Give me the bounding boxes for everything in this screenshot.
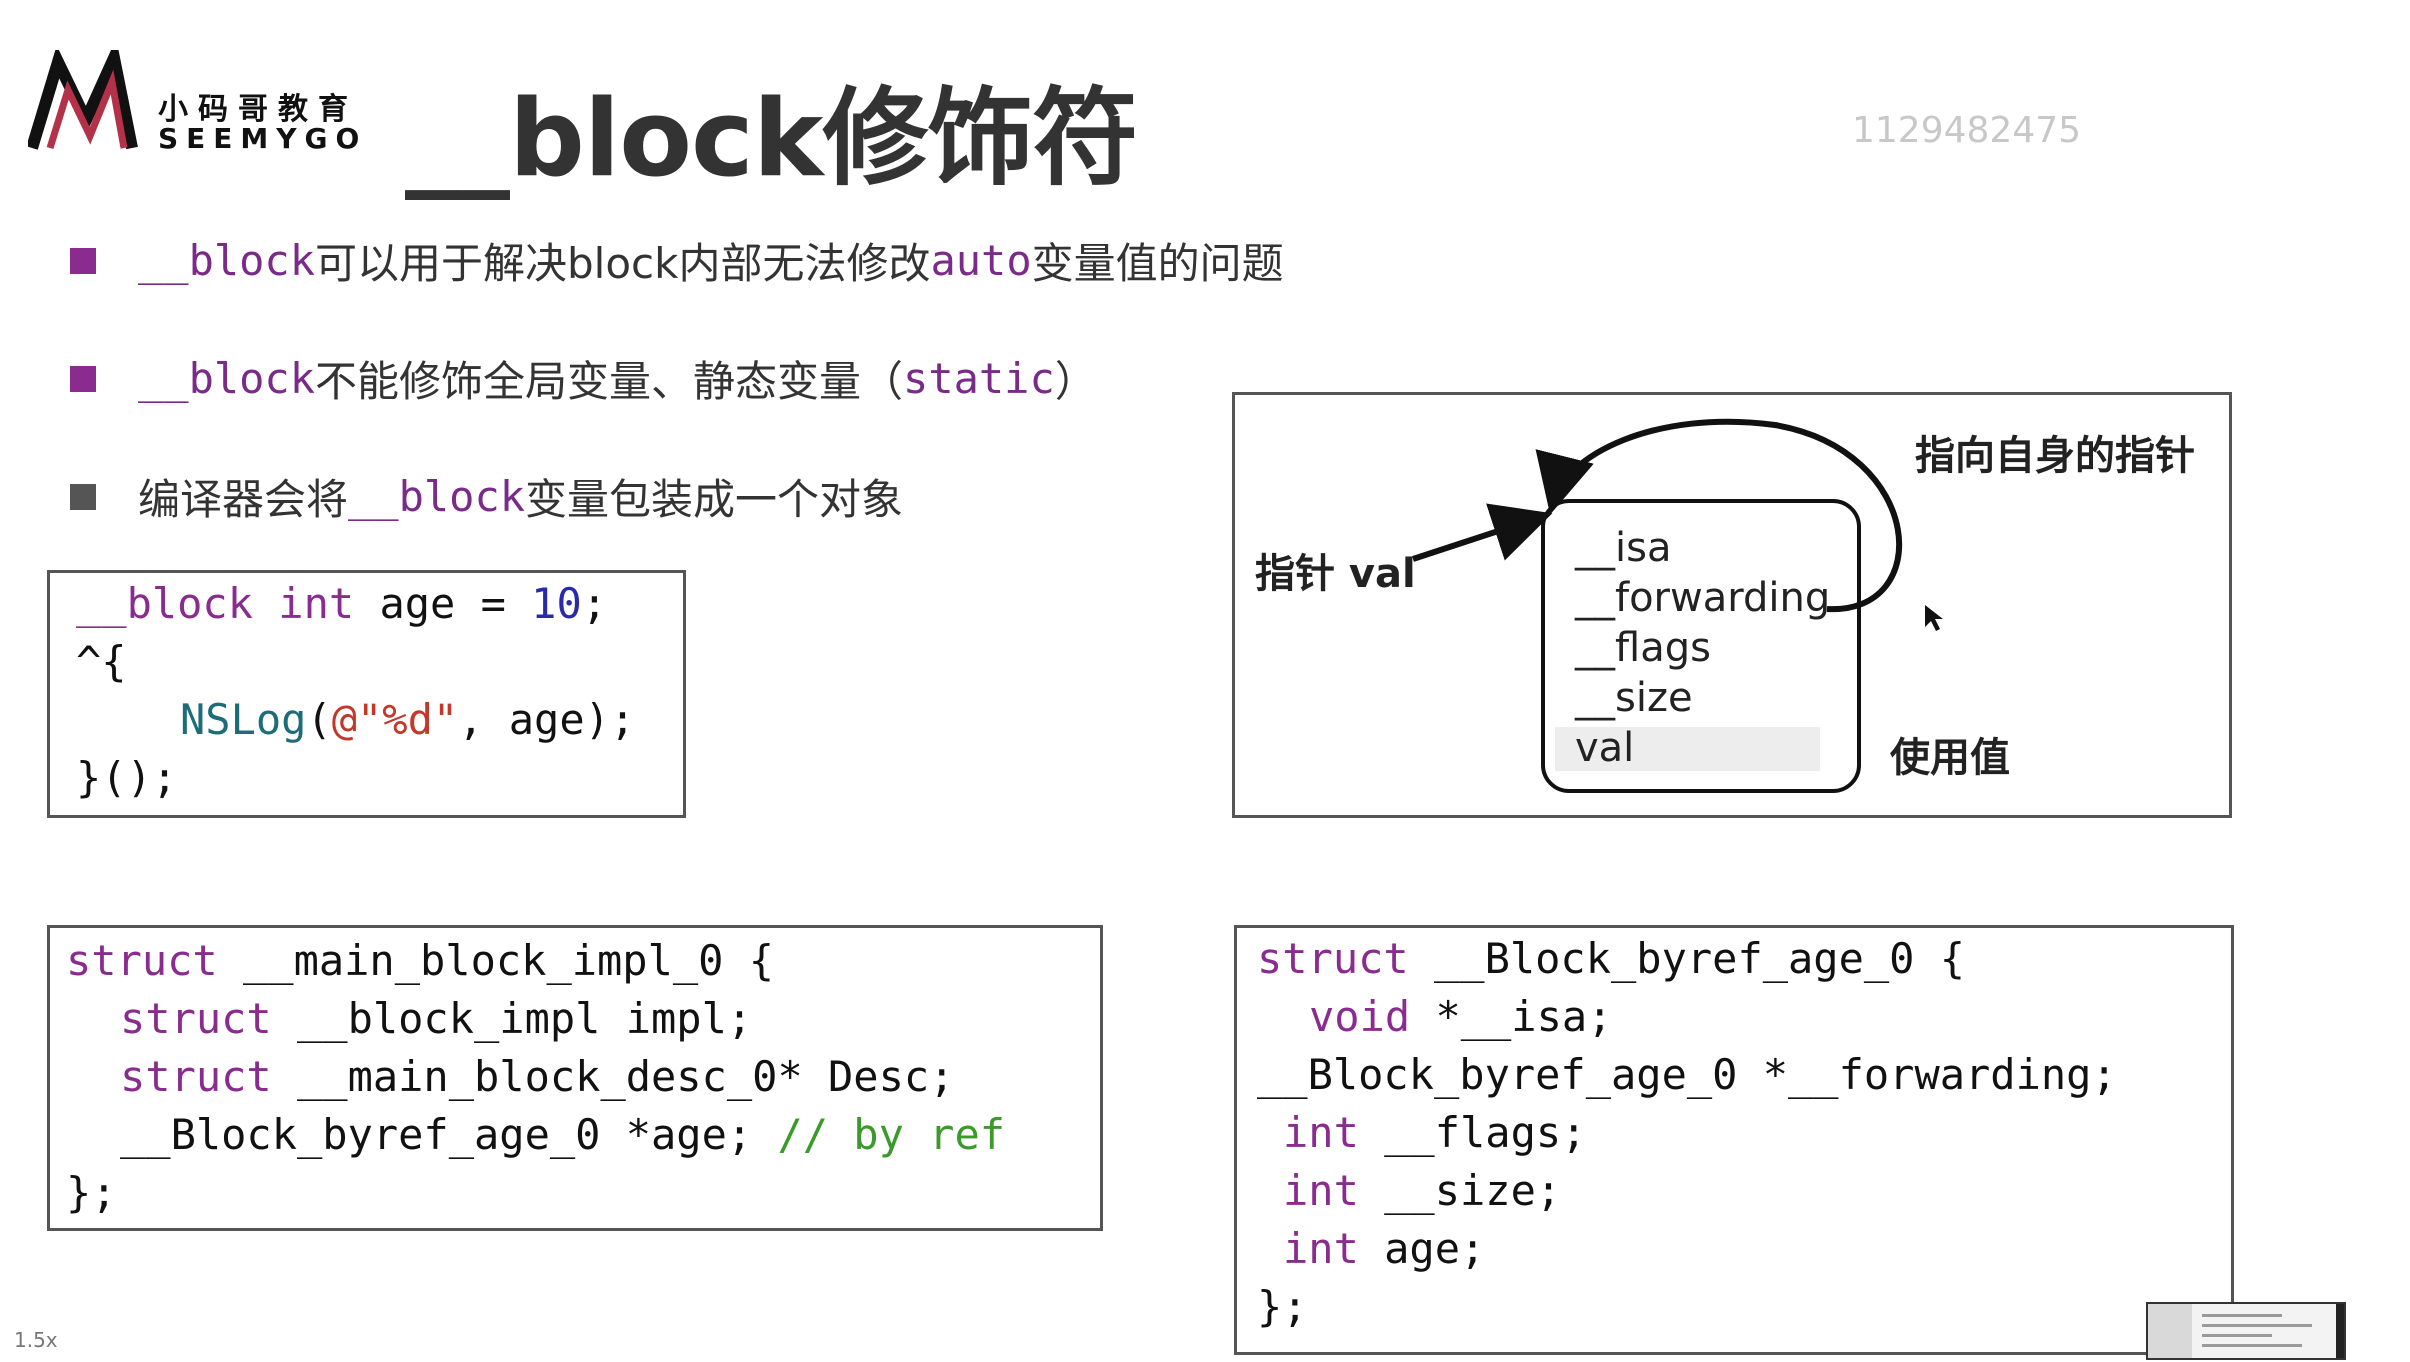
code-text: __flags;	[1358, 1108, 1587, 1157]
code-comment: // by ref	[777, 1110, 1006, 1159]
code-line: __Block_byref_age_0 *__forwarding;	[1257, 1050, 2117, 1099]
logo-text-en: SEEMYGO	[158, 122, 368, 155]
code-keyword: struct	[120, 994, 272, 1043]
field-flags: __flags	[1575, 625, 1711, 671]
code-text: __main_block_desc_0* Desc;	[271, 1052, 955, 1101]
playback-speed[interactable]: 1.5x	[14, 1328, 58, 1352]
code-keyword: int	[1283, 1166, 1359, 1215]
code-line: __block int age = 10;	[76, 579, 607, 628]
thumbnail-line	[2202, 1344, 2302, 1347]
bullet-keyword: __block	[348, 472, 526, 521]
thumbnail-line	[2202, 1324, 2312, 1327]
code-line: ^{	[76, 637, 127, 686]
code-block-main-impl: struct __main_block_impl_0 { struct __bl…	[47, 925, 1103, 1231]
code-block-usage: __block int age = 10; ^{ NSLog(@"%d", ag…	[47, 570, 686, 818]
square-bullet-icon	[70, 483, 96, 510]
code-text: age =	[354, 579, 532, 628]
code-number: 10	[531, 579, 582, 628]
code-text: (	[306, 695, 332, 744]
field-forwarding: __forwarding	[1575, 575, 1831, 621]
byref-object-diagram: 指针 val 指向自身的指针 使用值 __isa __forwarding __…	[1232, 392, 2232, 818]
slide-header: 小码哥教育 SEEMYGO __block修饰符 1129482475	[0, 0, 2410, 200]
bullet-text: 可以用于解决block内部无法修改	[315, 239, 931, 288]
bullet-text-2: ）	[1054, 357, 1097, 406]
thumbnail-scrollbar	[2336, 1304, 2344, 1358]
code-line: int age;	[1283, 1224, 1485, 1273]
code-text: , age);	[458, 695, 636, 744]
code-line: NSLog(@"%d", age);	[180, 695, 635, 744]
code-line: struct __Block_byref_age_0 {	[1257, 934, 1965, 983]
bullet-keyword: __block	[138, 236, 316, 285]
code-keyword: struct	[120, 1052, 272, 1101]
code-text: *__isa;	[1410, 992, 1613, 1041]
code-keyword: void	[1309, 992, 1411, 1041]
square-bullet-icon	[70, 247, 96, 274]
bullet-text-2: 变量值的问题	[1031, 239, 1284, 288]
bullet-prefix: 编译器会将	[138, 475, 349, 524]
mouse-cursor-icon	[1925, 605, 1943, 631]
code-keyword: struct	[1257, 934, 1409, 983]
code-text: __Block_byref_age_0 {	[1408, 934, 1966, 983]
code-line: __Block_byref_age_0 *age; // by ref	[120, 1110, 1005, 1159]
code-text: __size;	[1358, 1166, 1562, 1215]
field-isa: __isa	[1575, 525, 1672, 571]
self-pointer-label: 指向自身的指针	[1915, 433, 2195, 479]
code-text: ;	[581, 579, 608, 628]
thumbnail-line	[2202, 1334, 2272, 1337]
code-text: __Block_byref_age_0 *age;	[120, 1110, 778, 1159]
code-keyword: int	[1283, 1224, 1359, 1273]
bullet-keyword: __block	[138, 354, 316, 403]
bullet-item-1: __block 可以用于解决block内部无法修改 auto 变量值的问题	[70, 230, 1284, 291]
code-line: void *__isa;	[1309, 992, 1612, 1041]
bullet-text: 变量包装成一个对象	[525, 475, 904, 524]
bullet-keyword-2: static	[903, 354, 1055, 403]
code-line: }();	[76, 753, 178, 802]
thumbnail-line	[2202, 1314, 2282, 1317]
bullet-keyword-2: auto	[930, 236, 1032, 285]
slide-title: __block修饰符	[405, 77, 1138, 200]
bullet-item-2: __block 不能修饰全局变量、静态变量（ static ）	[70, 348, 1097, 409]
thumbnail-sidebar	[2148, 1304, 2192, 1358]
code-text: __block_impl impl;	[271, 994, 753, 1043]
code-text: __main_block_impl_0 {	[217, 936, 775, 985]
code-line: int __size;	[1283, 1166, 1561, 1215]
bullet-item-3: 编译器会将 __block 变量包装成一个对象	[70, 466, 903, 527]
use-value-label: 使用值	[1890, 735, 2010, 781]
code-text: age;	[1358, 1224, 1486, 1273]
code-line: };	[66, 1168, 117, 1217]
pointer-val-label: 指针 val	[1255, 551, 1416, 597]
code-block-byref-struct: struct __Block_byref_age_0 { void *__isa…	[1234, 925, 2234, 1355]
code-keyword: __block int	[76, 579, 355, 628]
code-line: struct __main_block_desc_0* Desc;	[120, 1052, 954, 1101]
code-keyword: struct	[66, 936, 218, 985]
code-string: @"%d"	[331, 695, 459, 744]
square-bullet-icon	[70, 365, 96, 392]
code-keyword: int	[1283, 1108, 1359, 1157]
watermark-id: 1129482475	[1852, 110, 2082, 151]
code-line: int __flags;	[1283, 1108, 1586, 1157]
code-line: };	[1257, 1282, 1308, 1331]
field-val: val	[1575, 725, 1635, 771]
code-function: NSLog	[180, 695, 307, 744]
field-size: __size	[1575, 675, 1693, 721]
code-line: struct __block_impl impl;	[120, 994, 752, 1043]
screen-thumbnail[interactable]	[2146, 1302, 2346, 1360]
bullet-text: 不能修饰全局变量、静态变量（	[315, 357, 904, 406]
code-line: struct __main_block_impl_0 {	[66, 936, 774, 985]
